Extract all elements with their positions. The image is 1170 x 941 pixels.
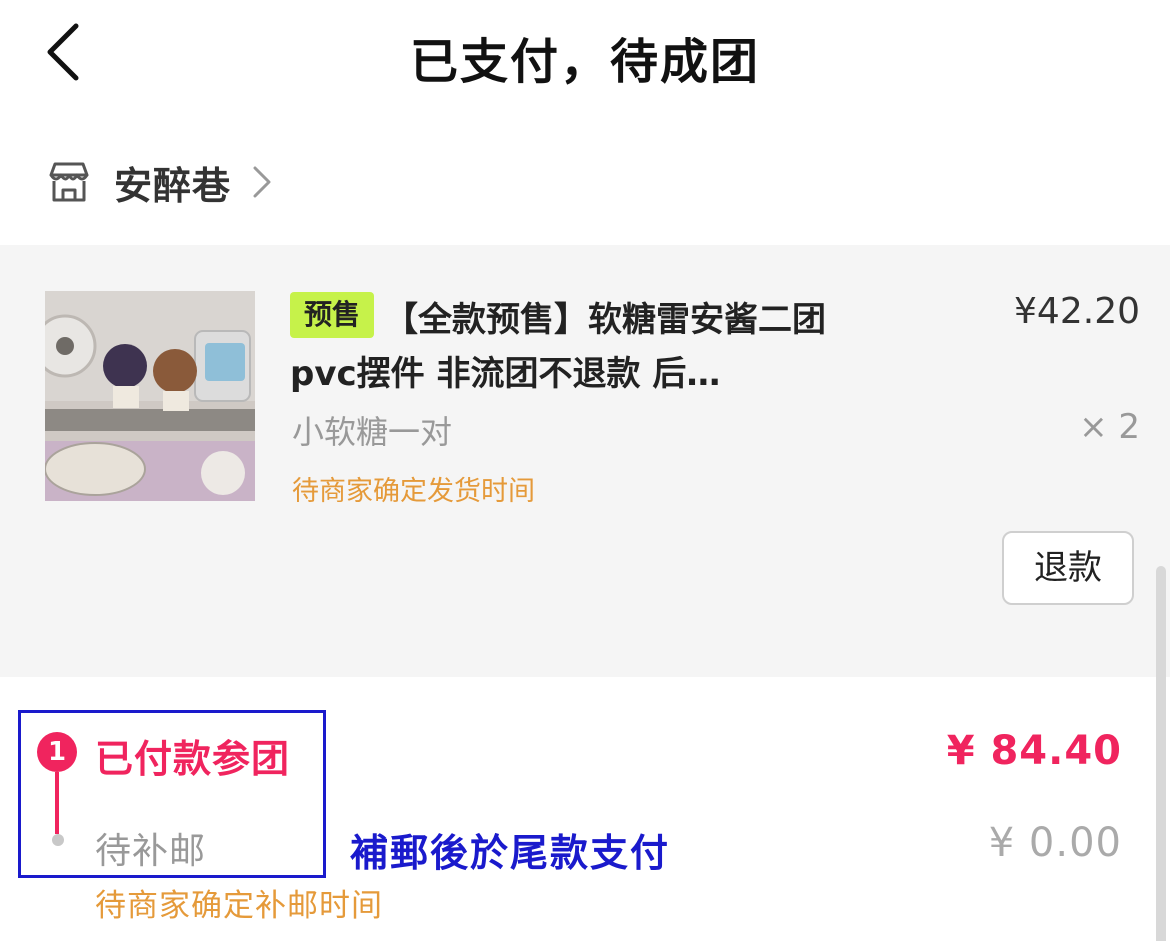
annotation-text: 補郵後於尾款支付 [350,831,671,875]
product-variant: 小软糖一对 [292,413,453,451]
chevron-right-icon [253,166,271,198]
annotation-highlight-box [18,710,326,878]
product-photo [45,291,255,501]
shipping-note: 待商家确定发货时间 [292,476,535,507]
unit-price: ¥42.20 [1014,291,1140,332]
page-title: 已支付，待成团 [409,34,760,90]
product-thumbnail[interactable] [45,291,255,501]
store-link[interactable]: 安醉巷 [46,150,273,214]
storefront-icon [49,162,89,202]
store-name: 安醉巷 [114,163,232,208]
step-amount-pending: ¥ 0.00 [988,820,1122,866]
presale-badge: 预售 [290,292,375,338]
quantity: × 2 [1079,407,1140,447]
step-amount-paid: ¥ 84.40 [946,728,1122,774]
scrollbar[interactable] [1156,566,1166,941]
refund-button[interactable]: 退款 [1002,531,1134,605]
shipping-supplement-note: 待商家确定补邮时间 [95,888,383,924]
product-card[interactable]: 【全款预售】软糖雷安酱二团 pvc摆件 非流团不退款 后… 预售 ¥42.20 … [0,245,1170,677]
